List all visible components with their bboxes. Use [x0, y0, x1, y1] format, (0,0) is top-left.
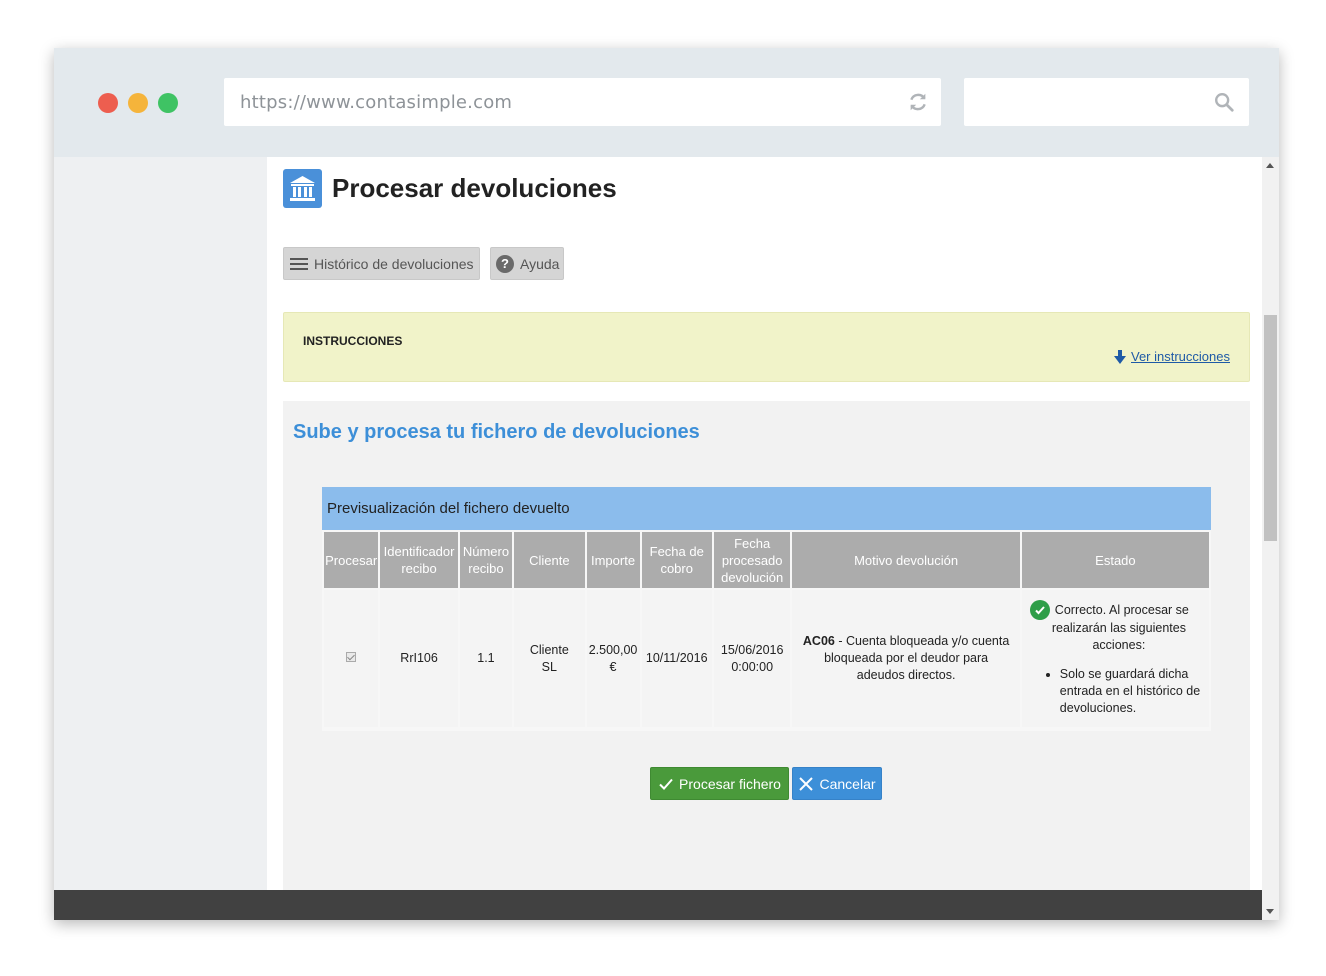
cell-procesar: [324, 590, 379, 727]
motivo-code: AC06: [802, 634, 835, 648]
list-icon: [290, 257, 308, 270]
bottom-bar: [54, 890, 1262, 920]
search-icon[interactable]: [1213, 91, 1235, 113]
page-title: Procesar devoluciones: [332, 173, 617, 203]
scrollbar-thumb[interactable]: [1264, 315, 1277, 541]
instructions-box: INSTRUCCIONES Ver instrucciones: [283, 312, 1250, 382]
col-identificador-l1: Identificador: [383, 544, 455, 559]
col-importe: Importe: [586, 532, 640, 588]
col-fecha-cobro-l1: Fecha de: [649, 544, 704, 559]
col-fecha-cobro: Fecha de cobro: [641, 532, 712, 588]
help-button-label: Ayuda: [520, 255, 560, 272]
cell-cliente-l2: SL: [541, 659, 557, 674]
col-numero-l1: Número: [462, 544, 510, 559]
browser-search-bar[interactable]: [964, 78, 1249, 126]
process-file-button[interactable]: Procesar fichero: [650, 767, 789, 800]
estado-status: Correcto. Al procesar se: [1029, 600, 1201, 620]
view-instructions-link[interactable]: Ver instrucciones: [1114, 349, 1230, 364]
cell-motivo: AC06 - Cuenta bloqueada y/o cuenta bloqu…: [792, 590, 1020, 727]
preview-section: Previsualización del fichero devuelto Pr…: [322, 487, 1211, 731]
minimize-window-dot[interactable]: [128, 93, 148, 113]
close-window-dot[interactable]: [98, 93, 118, 113]
estado-line1: Correcto. Al procesar se: [1054, 602, 1189, 617]
col-motivo: Motivo devolución: [792, 532, 1020, 588]
url-text: https://www.contasimple.com: [240, 92, 513, 113]
scroll-down-icon[interactable]: [1266, 909, 1274, 914]
cell-estado: Correcto. Al procesar se realizarán las …: [1021, 590, 1209, 727]
col-identificador-l2: recibo: [401, 561, 437, 576]
cell-numero: 1.1: [459, 590, 513, 727]
cell-fecha-procesado: 15/06/2016 0:00:00: [713, 590, 791, 727]
col-numero-l2: recibo: [468, 561, 504, 576]
motivo-text: - Cuenta bloqueada y/o cuenta bloqueada …: [824, 634, 1010, 682]
view-instructions-label: Ver instrucciones: [1131, 349, 1230, 364]
cell-importe-l1: 2.500,00: [588, 642, 638, 657]
estado-actions: Solo se guardará dicha entrada en el his…: [1060, 666, 1201, 717]
cell-fecha-procesado-l2: 0:00:00: [731, 659, 774, 674]
col-procesar: Procesar: [324, 532, 379, 588]
maximize-window-dot[interactable]: [158, 93, 178, 113]
vertical-scrollbar[interactable]: [1262, 157, 1279, 920]
cell-importe-l2: €: [609, 659, 617, 674]
table-row: RrI106 1.1 Cliente SL 2.500,00 € 10/11/2…: [324, 590, 1209, 727]
preview-title: Previsualización del fichero devuelto: [322, 487, 1211, 530]
scroll-up-icon[interactable]: [1266, 163, 1274, 168]
cell-cliente-l1: Cliente: [529, 642, 569, 657]
cell-cliente: Cliente SL: [514, 590, 585, 727]
check-icon: [659, 778, 673, 790]
browser-window: https://www.contasimple.com Procesar dev…: [54, 48, 1279, 920]
arrow-down-icon: [1114, 349, 1126, 364]
upload-panel-title: Sube y procesa tu fichero de devolucione…: [293, 421, 700, 443]
history-button-label: Histórico de devoluciones: [314, 255, 474, 272]
col-fecha-procesado: Fecha procesado devolución: [713, 532, 791, 588]
preview-table: Procesar Identificador recibo Número rec…: [322, 530, 1211, 729]
process-checkbox[interactable]: [346, 652, 357, 662]
table-header-row: Procesar Identificador recibo Número rec…: [324, 532, 1209, 588]
col-identificador: Identificador recibo: [380, 532, 458, 588]
page-viewport: Procesar devoluciones Histórico de devol…: [54, 157, 1279, 920]
browser-chrome: https://www.contasimple.com: [54, 48, 1279, 157]
estado-bullet: Solo se guardará dicha entrada en el his…: [1060, 666, 1201, 717]
help-button[interactable]: ? Ayuda: [490, 247, 564, 280]
process-file-label: Procesar fichero: [679, 775, 781, 792]
cancel-button[interactable]: Cancelar: [792, 767, 882, 800]
cell-fecha-procesado-l1: 15/06/2016: [720, 642, 784, 657]
cell-fecha-cobro: 10/11/2016: [641, 590, 712, 727]
cancel-label: Cancelar: [819, 775, 876, 792]
check-circle-icon: [1029, 600, 1050, 620]
close-icon: [799, 776, 814, 791]
reload-icon[interactable]: [907, 91, 929, 113]
bank-icon: [283, 169, 322, 208]
history-button[interactable]: Histórico de devoluciones: [283, 247, 480, 280]
address-bar[interactable]: https://www.contasimple.com: [224, 78, 941, 126]
col-cliente: Cliente: [514, 532, 585, 588]
help-icon: ?: [496, 254, 514, 273]
estado-line2: realizarán las siguientes acciones:: [1051, 621, 1186, 652]
upload-panel: Sube y procesa tu fichero de devolucione…: [283, 401, 1250, 890]
col-numero: Número recibo: [459, 532, 513, 588]
cell-importe: 2.500,00 €: [586, 590, 640, 727]
col-fecha-cobro-l2: cobro: [660, 561, 693, 576]
main-content: Procesar devoluciones Histórico de devol…: [267, 157, 1262, 890]
col-estado: Estado: [1021, 532, 1209, 588]
col-fecha-procesado-l3: devolución: [721, 569, 784, 585]
left-sidebar: [54, 157, 267, 890]
col-fecha-procesado-l1: Fecha: [734, 535, 771, 551]
instructions-title: INSTRUCCIONES: [303, 334, 403, 348]
col-fecha-procesado-l2: procesado: [721, 552, 783, 568]
cell-identificador: RrI106: [380, 590, 458, 727]
